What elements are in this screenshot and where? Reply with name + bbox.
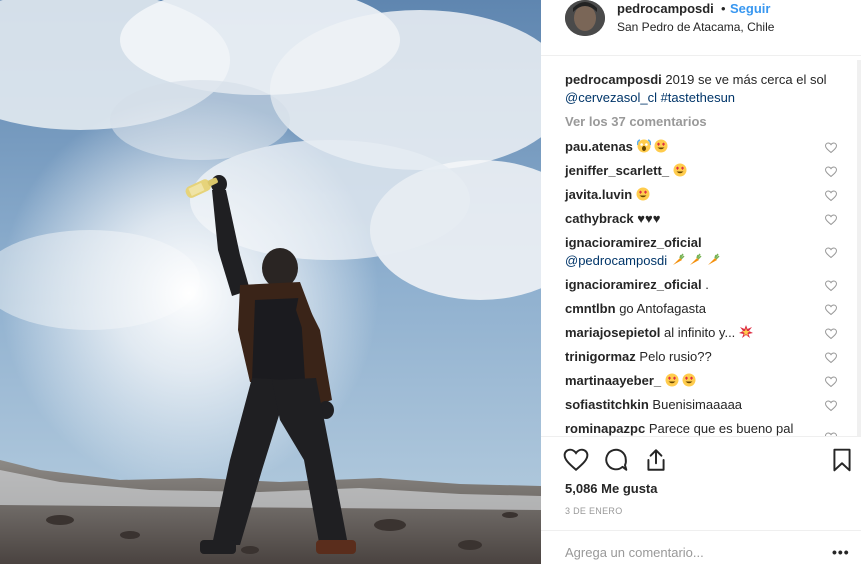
comment-heart-icon[interactable]: [824, 214, 838, 226]
comment-heart-icon[interactable]: [824, 328, 838, 340]
heart-eyes-emoji-icon: [654, 139, 668, 154]
comment-username[interactable]: jeniffer_scarlett_: [565, 163, 669, 178]
comment-heart-icon[interactable]: [824, 280, 838, 292]
comment-heart-icon[interactable]: [824, 352, 838, 364]
post-photo[interactable]: [0, 0, 541, 564]
comment-username[interactable]: cathybrack: [565, 211, 634, 226]
comment-username[interactable]: mariajosepietol: [565, 325, 660, 340]
heart-icon[interactable]: [563, 447, 589, 473]
comment-username[interactable]: sofiastitchkin: [565, 397, 649, 412]
comment-username[interactable]: trinigormaz: [565, 349, 636, 364]
post-header: pedrocamposdi • Seguir San Pedro de Atac…: [541, 0, 861, 56]
scream-emoji-icon: [636, 139, 651, 154]
comment-username[interactable]: javita.luvin: [565, 187, 632, 202]
comment-row: rominapazpc Parece que es bueno pal: [565, 420, 855, 436]
more-options-button[interactable]: •••: [832, 544, 850, 560]
post-location[interactable]: San Pedro de Atacama, Chile: [617, 20, 774, 34]
caption-username[interactable]: pedrocamposdi: [565, 72, 662, 87]
comment-username[interactable]: ignacioramirez_oficial: [565, 277, 702, 292]
carrot-emoji-icon: [688, 253, 702, 268]
bookmark-icon[interactable]: [829, 447, 855, 473]
comment-row: sofiastitchkin Buenisimaaaaa: [565, 396, 855, 414]
share-icon[interactable]: [643, 447, 669, 473]
heart-eyes-emoji-icon: [682, 373, 696, 388]
comment-text: ♥♥♥: [637, 211, 661, 226]
view-all-comments-link[interactable]: Ver los 37 comentarios: [565, 114, 707, 129]
comment-username[interactable]: ignacioramirez_oficial: [565, 235, 702, 250]
heart-eyes-emoji-icon: [665, 373, 679, 388]
comment-row: jeniffer_scarlett_: [565, 162, 855, 180]
comment-text: go Antofagasta: [619, 301, 706, 316]
comments-section[interactable]: pedrocamposdi 2019 se ve más cerca el so…: [541, 57, 861, 436]
comment-row: ignacioramirez_oficial .: [565, 276, 855, 294]
comment-heart-icon[interactable]: [824, 400, 838, 412]
likes-count[interactable]: 5,086 Me gusta: [565, 481, 658, 496]
carrot-emoji-icon: [706, 253, 720, 268]
caption-mention[interactable]: @cervezasol_cl: [565, 90, 657, 105]
post-panel: pedrocamposdi • Seguir San Pedro de Atac…: [541, 0, 861, 564]
comment-row: cathybrack ♥♥♥: [565, 210, 855, 228]
carrot-emoji-icon: [671, 253, 685, 268]
photo-image: [0, 0, 541, 564]
comment-text: .: [705, 277, 709, 292]
comment-username[interactable]: martinaayeber_: [565, 373, 661, 388]
heart-eyes-emoji-icon: [673, 163, 687, 178]
caption-text: 2019 se ve más cerca el sol: [665, 72, 827, 87]
comment-heart-icon[interactable]: [824, 142, 838, 154]
comment-heart-icon[interactable]: [824, 376, 838, 388]
comment-heart-icon[interactable]: [824, 166, 838, 178]
comment-username[interactable]: rominapazpc: [565, 421, 645, 436]
comment-row: javita.luvin: [565, 186, 855, 204]
comment-row: mariajosepietol al infinito y...: [565, 324, 855, 342]
collision-emoji-icon: [738, 325, 753, 340]
comment-text: Buenisimaaaaa: [652, 397, 743, 412]
comment-icon[interactable]: [603, 447, 629, 473]
comment-username[interactable]: cmntlbn: [565, 301, 616, 316]
post-username[interactable]: pedrocamposdi: [617, 1, 714, 16]
scrollbar[interactable]: [857, 60, 861, 436]
heart-eyes-emoji-icon: [636, 187, 650, 202]
add-comment-bar: Agrega un comentario... •••: [541, 530, 861, 564]
post-caption: pedrocamposdi 2019 se ve más cerca el so…: [565, 71, 845, 107]
avatar-image: [565, 0, 605, 36]
add-comment-input[interactable]: Agrega un comentario...: [565, 545, 704, 560]
comment-row: ignacioramirez_oficial @pedrocamposdi: [565, 234, 855, 270]
comment-row: pau.atenas: [565, 138, 855, 156]
comment-row: trinigormaz Pelo rusio??: [565, 348, 855, 366]
caption-hashtag[interactable]: #tastethesun: [661, 90, 735, 105]
comment-heart-icon[interactable]: [824, 190, 838, 202]
post-date[interactable]: 3 DE ENERO: [565, 506, 623, 516]
comment-heart-icon[interactable]: [824, 304, 838, 316]
comment-username[interactable]: pau.atenas: [565, 139, 633, 154]
comment-row: martinaayeber_: [565, 372, 855, 390]
action-bar: 5,086 Me gusta 3 DE ENERO: [541, 436, 861, 526]
comment-text: Pelo rusio??: [639, 349, 712, 364]
avatar[interactable]: [565, 0, 605, 36]
comment-mention[interactable]: @pedrocamposdi: [565, 253, 667, 268]
comment-row: cmntlbn go Antofagasta: [565, 300, 855, 318]
comment-text: al infinito y...: [664, 325, 736, 340]
follow-button[interactable]: Seguir: [730, 1, 770, 16]
comment-heart-icon[interactable]: [824, 247, 838, 259]
comment-text: Parece que es bueno pal: [648, 421, 794, 436]
header-separator: •: [721, 1, 726, 16]
